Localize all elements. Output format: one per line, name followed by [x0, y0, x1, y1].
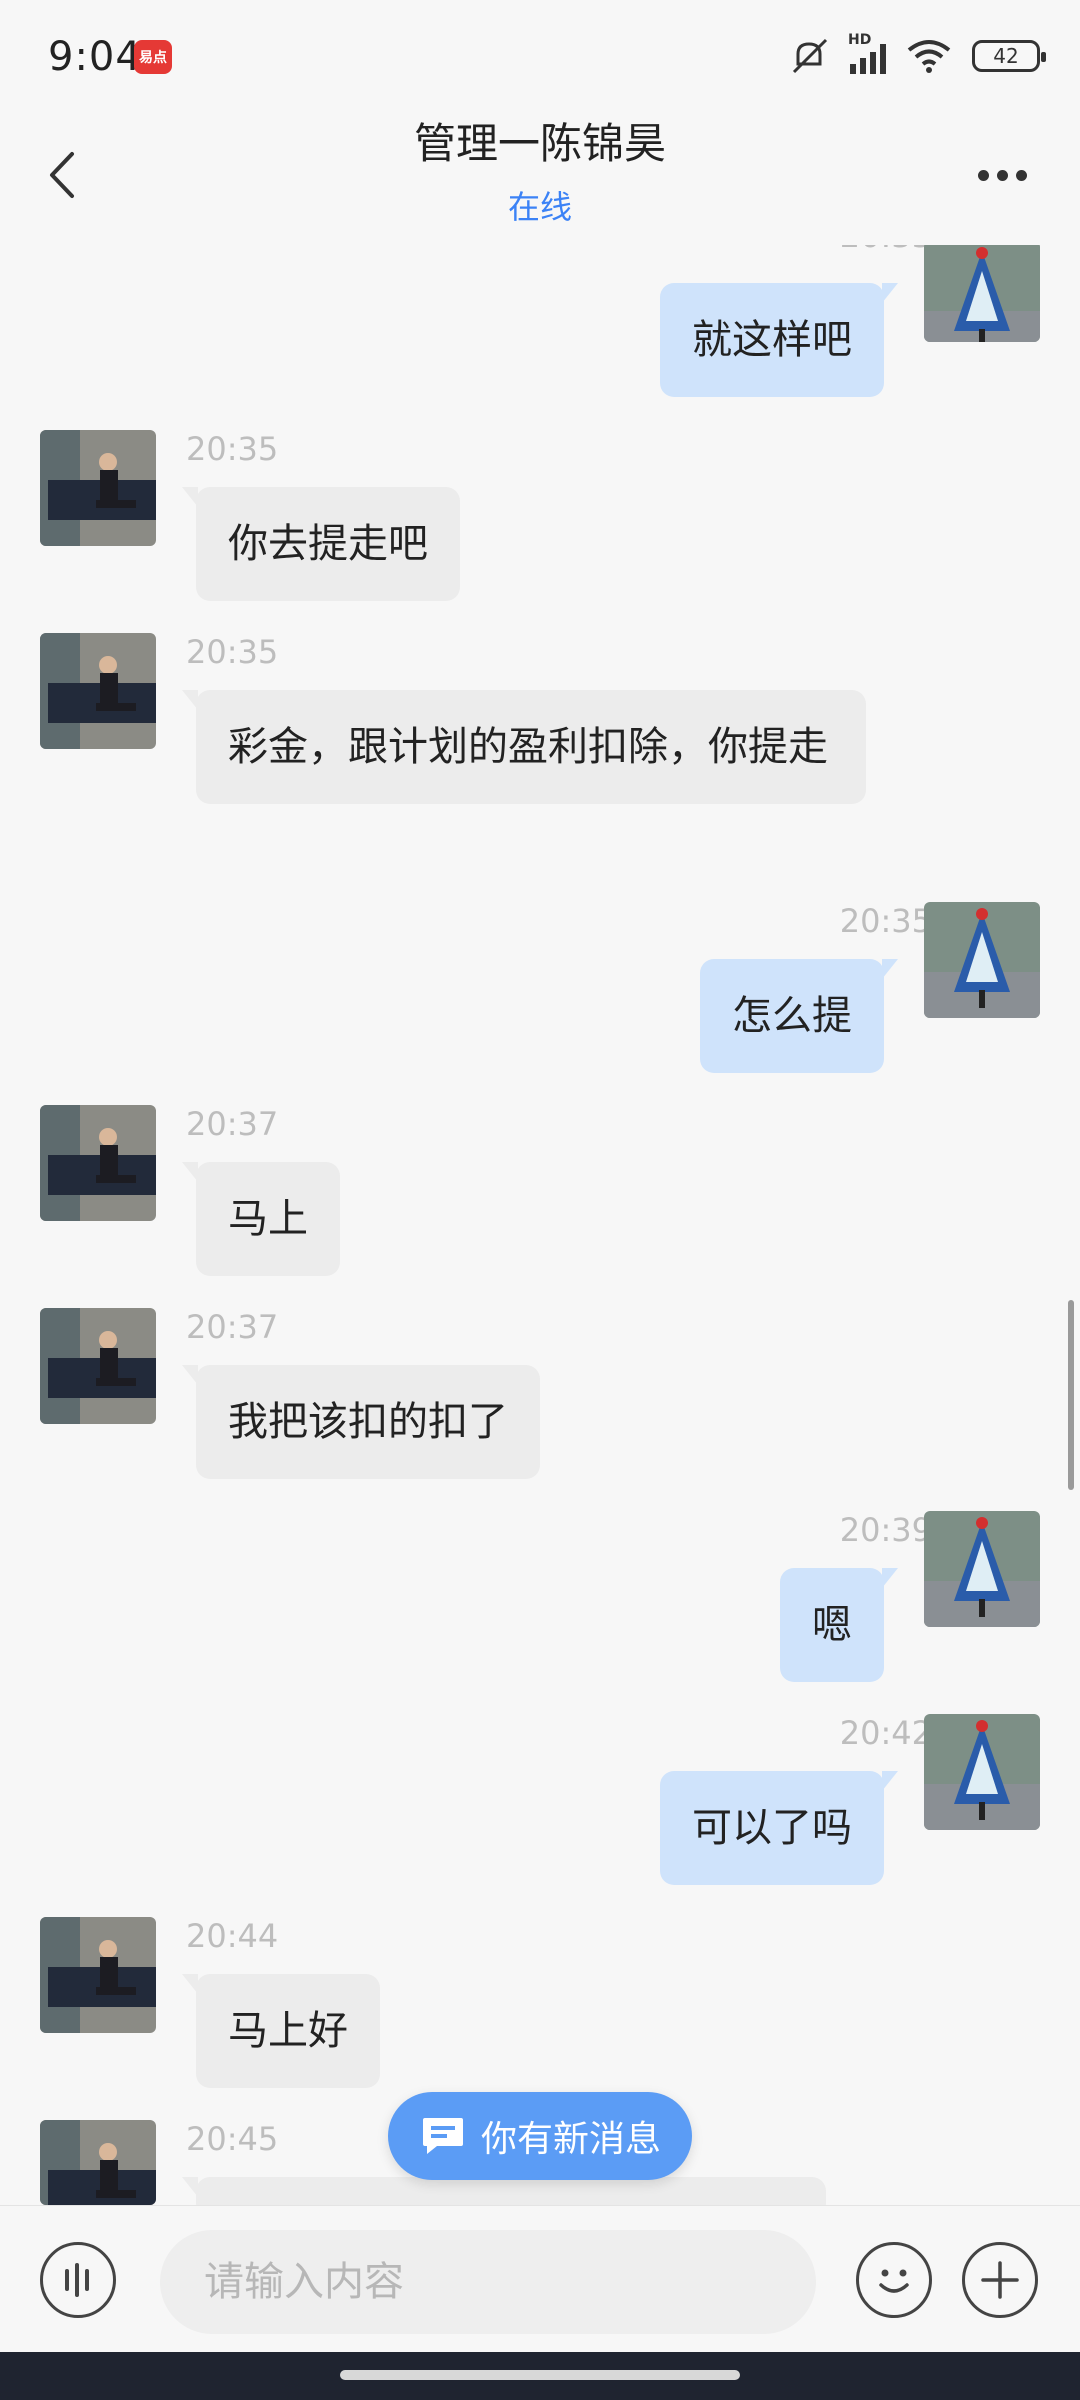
my-avatar[interactable] — [924, 245, 1040, 342]
home-indicator[interactable] — [340, 2370, 740, 2380]
avatar-image — [40, 633, 156, 749]
message-time: 20:45 — [186, 2120, 279, 2158]
message-time: 20:37 — [186, 1105, 279, 1143]
add-attachment-button[interactable] — [962, 2242, 1038, 2318]
contact-avatar[interactable] — [40, 633, 156, 749]
message-bubble[interactable] — [182, 2177, 826, 2205]
avatar-image — [924, 1714, 1040, 1830]
my-avatar[interactable] — [924, 902, 1040, 1018]
message-bubble[interactable]: 我把该扣的扣了 — [182, 1365, 540, 1479]
my-avatar[interactable] — [924, 1714, 1040, 1830]
message-bubble[interactable]: 马上 — [182, 1162, 340, 1276]
message-input[interactable] — [160, 2230, 816, 2334]
voice-icon — [65, 2263, 89, 2297]
message-bubble[interactable]: 就这样吧 — [660, 283, 898, 397]
chat-header: 管理一陈锦昊 在线 — [0, 110, 1080, 245]
network-type-label: HD — [848, 32, 872, 48]
status-icons: HD 42 — [788, 32, 1046, 76]
avatar-image — [924, 902, 1040, 1018]
voice-button[interactable] — [40, 2242, 116, 2318]
contact-avatar[interactable] — [40, 430, 156, 546]
app-notification-icon: 易点 — [134, 40, 172, 74]
wifi-icon — [907, 40, 951, 73]
avatar-image — [40, 2120, 156, 2205]
avatar-image — [40, 1105, 156, 1221]
mute-icon — [792, 38, 828, 74]
contact-avatar[interactable] — [40, 2120, 156, 2205]
message-time: 20:42 — [839, 1714, 932, 1752]
message-bubble[interactable]: 可以了吗 — [660, 1771, 898, 1885]
message-time: 20:44 — [186, 1917, 279, 1955]
emoji-icon — [879, 2269, 909, 2293]
input-bar — [0, 2205, 1080, 2350]
message-time: 20:35 — [186, 633, 279, 671]
contact-avatar[interactable] — [40, 1105, 156, 1221]
scrollbar[interactable] — [1068, 1300, 1074, 1490]
battery-level: 42 — [993, 44, 1019, 68]
contact-avatar[interactable] — [40, 1917, 156, 2033]
new-message-label: 你有新消息 — [480, 2119, 661, 2160]
message-bubble[interactable]: 怎么提 — [700, 959, 898, 1073]
system-nav-bar — [0, 2352, 1080, 2400]
avatar-image — [40, 1917, 156, 2033]
message-bubble[interactable]: 马上好 — [182, 1974, 380, 2088]
contact-avatar[interactable] — [40, 1308, 156, 1424]
battery-icon: 42 — [972, 40, 1046, 72]
message-bubble[interactable]: 彩金，跟计划的盈利扣除，你提走 — [182, 690, 866, 804]
status-time: 9:04 — [48, 34, 142, 80]
plus-icon — [981, 2261, 1019, 2299]
emoji-button[interactable] — [856, 2242, 932, 2318]
message-time: 20:39 — [839, 1511, 932, 1549]
message-time: 20:37 — [186, 1308, 279, 1346]
message-bubble[interactable]: 你去提走吧 — [182, 487, 460, 601]
more-options-button[interactable] — [972, 160, 1032, 190]
my-avatar[interactable] — [924, 1511, 1040, 1627]
chat-message-list[interactable]: 20:35 就这样吧 20:35 你去提走吧 20:35 彩金，跟计划的盈利扣除… — [0, 245, 1080, 2205]
message-bubble[interactable]: 嗯 — [780, 1568, 898, 1682]
online-status: 在线 — [507, 188, 572, 226]
avatar-image — [924, 245, 1040, 342]
page-title: 管理一陈锦昊 — [413, 119, 666, 168]
chat-bubble-icon — [422, 2118, 463, 2154]
avatar-image — [40, 430, 156, 546]
message-time: 20:35 — [186, 430, 279, 468]
more-dots-icon — [977, 169, 989, 181]
signal-icon: HD — [848, 32, 886, 74]
message-time: 20:35 — [839, 902, 932, 940]
status-bar: 9:04 易点 HD 42 — [0, 0, 1080, 110]
avatar-image — [40, 1308, 156, 1424]
avatar-image — [924, 1511, 1040, 1627]
message-time: 20:35 — [840, 245, 932, 255]
new-message-toast[interactable]: 你有新消息 — [388, 2092, 692, 2180]
